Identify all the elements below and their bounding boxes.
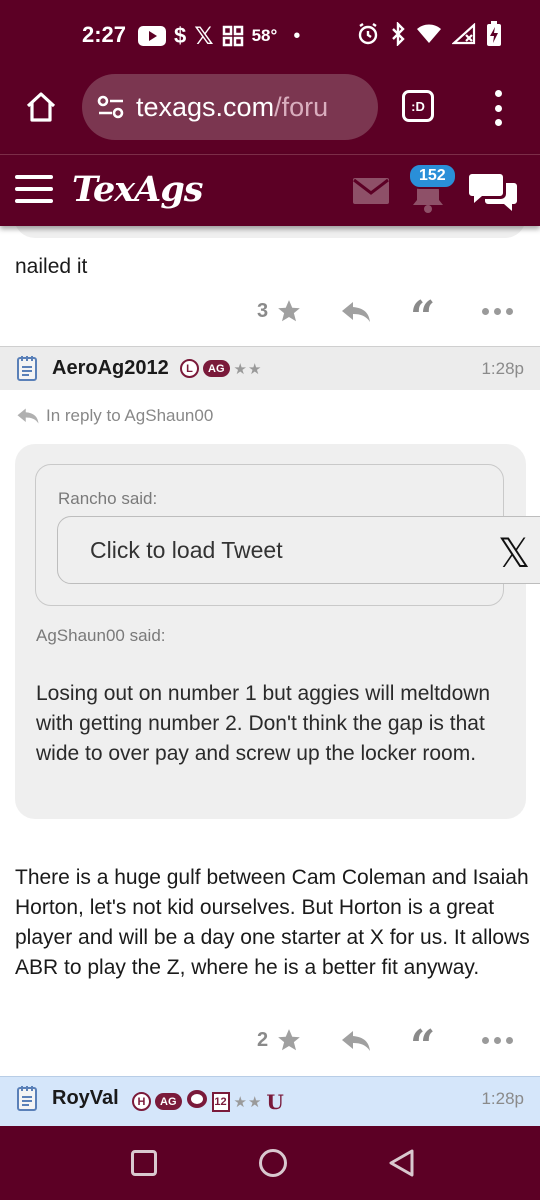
status-system-icons [356, 20, 502, 52]
status-time: 2:27 [82, 22, 127, 47]
url-domain: texags.com [136, 91, 275, 122]
recents-button[interactable] [131, 1150, 157, 1176]
url-path: /foru [274, 91, 329, 122]
reply-icon[interactable] [341, 1029, 371, 1058]
star-icon[interactable] [276, 298, 302, 329]
reply-icon[interactable] [341, 300, 371, 329]
alarm-icon [356, 22, 380, 51]
twelfth-man-badge: 12 [211, 1091, 230, 1112]
thread-content: nailed it 3 “ AeroAg2012 L AG ★★ 1:28p I… [0, 226, 540, 1126]
quote-block: Rancho said: Click to load Tweet 𝕏 AgSha… [15, 444, 540, 819]
home-icon [26, 92, 56, 122]
post-link-icon[interactable] [16, 1085, 38, 1116]
quote-author: AgShaun00 said: [36, 626, 166, 645]
user-badges: L AG ★★ [180, 359, 262, 378]
browser-toolbar: texags.com/foru :D [0, 72, 540, 154]
nested-quote-author: Rancho said: [58, 489, 158, 508]
address-bar[interactable]: texags.com/foru [82, 74, 378, 140]
post-time: 1:28p [481, 359, 524, 378]
load-tweet-text: Click to load Tweet [90, 537, 283, 563]
reply-arrow-icon [17, 408, 39, 424]
home-nav-button[interactable] [259, 1149, 287, 1177]
quote-icon[interactable]: “ [410, 1025, 435, 1069]
star-count: 2 [257, 1029, 269, 1051]
quote-icon[interactable]: “ [410, 296, 435, 340]
dot-icon: • [293, 24, 301, 47]
chat-icon[interactable] [468, 171, 518, 218]
system-navigation-bar [0, 1126, 540, 1200]
status-bar: 2:27 $ 𝕏 58° • [0, 0, 540, 72]
back-triangle-icon [389, 1149, 414, 1177]
temperature-text: 58° [251, 26, 278, 45]
status-notification-icons: $ 𝕏 58° • [138, 20, 300, 52]
team-logo-icon [186, 1089, 208, 1114]
notification-count-badge[interactable]: 152 [408, 163, 457, 189]
post-actions: 2 “ [0, 1021, 540, 1069]
star-icon[interactable] [276, 1027, 302, 1058]
grid-app-icon [222, 25, 244, 47]
bluetooth-icon [390, 20, 406, 51]
post-username[interactable]: RoyVal [52, 1087, 119, 1110]
x-icon: 𝕏 [194, 22, 214, 50]
badge-l: L [180, 359, 199, 378]
badge-h: H [132, 1092, 151, 1111]
quote-text: Losing out on number 1 but aggies will m… [36, 682, 491, 765]
u-logo-icon: U [266, 1089, 284, 1114]
post-body: nailed it [15, 255, 88, 278]
user-badges: H AG 12 ★★ U [132, 1089, 284, 1114]
home-button[interactable] [20, 86, 62, 128]
star-count: 3 [257, 300, 269, 322]
site-logo[interactable]: TexAgs [72, 169, 203, 210]
user-stars: ★★ [233, 360, 263, 378]
post-time: 1:28p [481, 1089, 524, 1108]
mail-icon[interactable] [352, 177, 390, 210]
badge-ag: AG [155, 1093, 182, 1110]
browser-menu-button[interactable] [488, 90, 508, 126]
post-header: RoyVal H AG 12 ★★ U 1:28p [0, 1076, 540, 1126]
battery-charging-icon [486, 20, 502, 52]
more-options-icon[interactable] [482, 1037, 513, 1044]
youtube-icon [138, 26, 166, 46]
url-text: texags.com/foru [136, 92, 328, 123]
user-stars: ★★ [233, 1093, 263, 1111]
site-settings-icon[interactable] [96, 92, 126, 122]
wifi-icon [416, 23, 442, 50]
post-header: AeroAg2012 L AG ★★ 1:28p [0, 346, 540, 390]
post-actions: 3 “ [0, 292, 540, 340]
signal-icon [451, 22, 476, 50]
back-button[interactable] [388, 1148, 416, 1183]
hamburger-menu-icon[interactable] [15, 175, 53, 203]
previous-quote-bubble [14, 226, 526, 238]
badge-ag: AG [203, 360, 230, 377]
post-username[interactable]: AeroAg2012 [52, 357, 169, 380]
post-link-icon[interactable] [16, 355, 38, 386]
reply-to-link[interactable]: In reply to AgShaun00 [16, 406, 213, 426]
more-options-icon[interactable] [482, 308, 513, 315]
load-tweet-button[interactable]: Click to load Tweet 𝕏 [57, 516, 540, 584]
x-logo-icon: 𝕏 [498, 531, 531, 577]
post-body: There is a huge gulf between Cam Coleman… [15, 866, 530, 979]
reply-to-text: In reply to AgShaun00 [46, 406, 214, 425]
tab-switcher-button[interactable]: :D [402, 90, 434, 122]
site-header: TexAgs [0, 154, 540, 226]
dollar-icon: $ [174, 23, 187, 48]
